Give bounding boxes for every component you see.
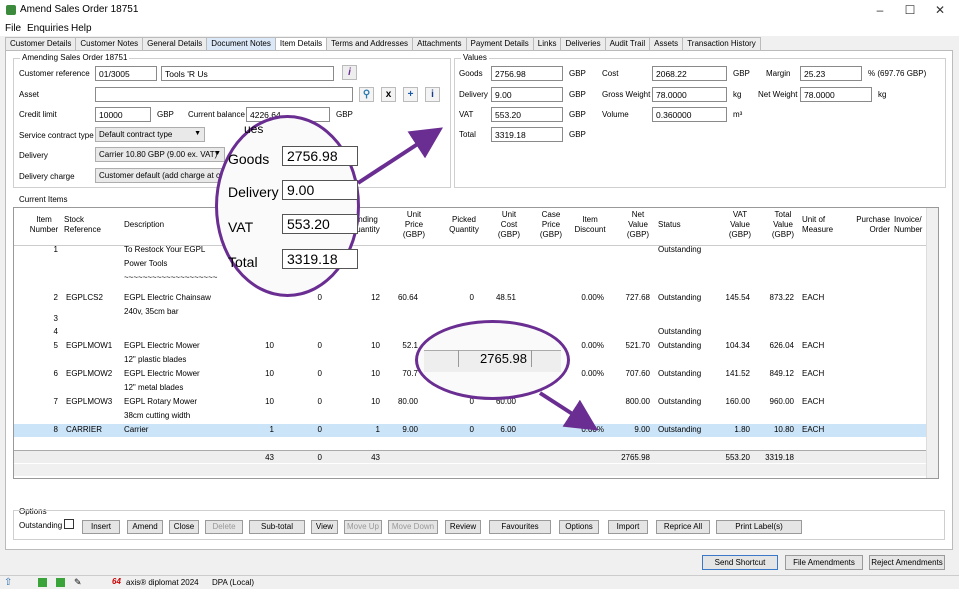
callout-arrows — [356, 127, 599, 431]
arrow-to-values — [356, 127, 444, 185]
arrow-to-net-total — [538, 391, 599, 431]
